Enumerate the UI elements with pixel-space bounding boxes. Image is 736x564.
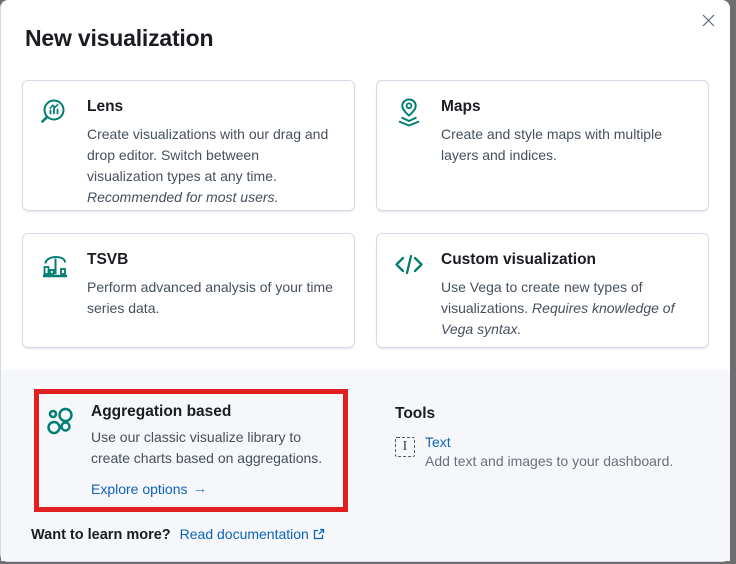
read-documentation-label: Read documentation [180, 526, 309, 542]
explore-options-label: Explore options [91, 479, 188, 499]
card-description-plain: Create and style maps with multiple laye… [441, 126, 662, 163]
code-brackets-icon [393, 250, 425, 282]
aggregation-description: Use our classic visualize library to cre… [91, 427, 335, 469]
card-tsvb[interactable]: TSVB Perform advanced analysis of your t… [22, 233, 355, 348]
tool-item-text: I Text Add text and images to your dashb… [395, 434, 673, 471]
tools-heading: Tools [395, 404, 673, 424]
modal-footer: Want to learn more? Read documentation [31, 526, 706, 543]
text-tool-link[interactable]: Text [425, 434, 673, 451]
time-series-builder-icon [39, 250, 71, 282]
card-title: Custom visualization [441, 250, 692, 270]
text-tool-icon: I [395, 437, 415, 457]
card-lens[interactable]: Lens Create visualizations with our drag… [22, 80, 355, 211]
close-button[interactable] [696, 8, 720, 32]
aggregation-title: Aggregation based [91, 402, 335, 421]
map-pin-layers-icon [393, 97, 425, 129]
card-description: Create and style maps with multiple laye… [441, 124, 692, 166]
card-custom-visualization[interactable]: Custom visualization Use Vega to create … [376, 233, 709, 348]
tools-section: Tools I Text Add text and images to your… [395, 404, 673, 471]
aggregation-circles-icon [45, 407, 77, 439]
text-tool-description: Add text and images to your dashboard. [425, 451, 673, 471]
explore-options-link[interactable]: Explore options→ [91, 479, 208, 499]
aggregation-based-option[interactable]: Aggregation based Use our classic visual… [34, 389, 348, 512]
lens-magnifier-chart-icon [39, 97, 71, 129]
visualization-cards-grid: Lens Create visualizations with our drag… [1, 80, 730, 348]
card-description: Use Vega to create new types of visualiz… [441, 277, 692, 340]
card-description-plain: Create visualizations with our drag and … [87, 126, 328, 184]
card-description-plain: Perform advanced analysis of your time s… [87, 279, 333, 316]
card-title: Lens [87, 97, 338, 117]
read-documentation-link[interactable]: Read documentation [180, 526, 325, 542]
right-arrow-icon: → [193, 479, 208, 499]
modal-title: New visualization [25, 25, 706, 51]
card-description-italic: Recommended for most users. [87, 189, 278, 205]
card-description: Perform advanced analysis of your time s… [87, 277, 338, 319]
external-link-icon [313, 528, 325, 540]
card-maps[interactable]: Maps Create and style maps with multiple… [376, 80, 709, 211]
close-icon [702, 14, 715, 27]
bottom-section: Aggregation based Use our classic visual… [1, 370, 730, 561]
card-title: Maps [441, 97, 692, 117]
learn-more-prompt: Want to learn more? [31, 527, 171, 543]
new-visualization-modal: New visualization Lens Create visualizat… [0, 0, 730, 562]
card-description: Create visualizations with our drag and … [87, 124, 338, 208]
card-title: TSVB [87, 250, 338, 270]
modal-header: New visualization [1, 0, 730, 51]
